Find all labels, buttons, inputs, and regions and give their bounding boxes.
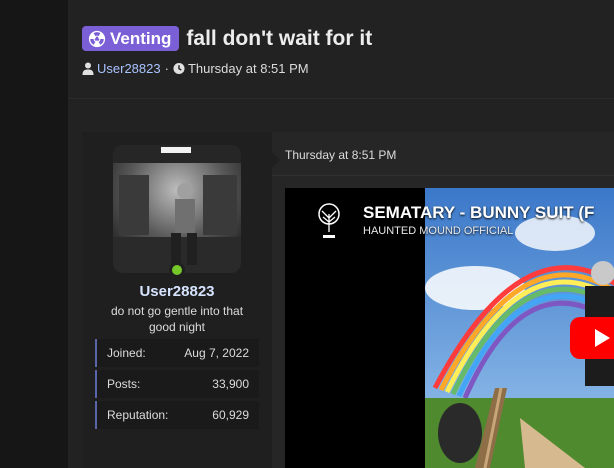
tree-logo-icon	[318, 203, 340, 238]
prefix-badge[interactable]: Venting	[82, 26, 180, 51]
clock-icon	[173, 62, 185, 75]
stat-joined-label: Joined:	[107, 346, 146, 360]
thread-author-link[interactable]: User28823	[97, 61, 161, 76]
stat-reputation: Reputation: 60,929	[95, 401, 259, 429]
user-title: do not go gentle into that good night	[110, 304, 244, 334]
username-link[interactable]: User28823	[82, 283, 272, 300]
play-button[interactable]	[570, 317, 614, 359]
post-header-divider	[272, 175, 614, 176]
user-icon	[82, 62, 94, 75]
youtube-embed[interactable]: SEMATARY - BUNNY SUIT (F HAUNTED MOUND O…	[285, 188, 614, 468]
stat-posts: Posts: 33,900	[95, 370, 259, 398]
stat-posts-value: 33,900	[212, 377, 249, 391]
stat-joined-value: Aug 7, 2022	[184, 346, 249, 360]
stat-posts-label: Posts:	[107, 377, 141, 391]
stat-joined: Joined: Aug 7, 2022	[95, 339, 259, 367]
left-gutter	[0, 0, 68, 468]
avatar[interactable]	[113, 145, 241, 273]
radiation-icon	[88, 30, 106, 47]
thread-date-link[interactable]: Thursday at 8:51 PM	[188, 61, 309, 76]
thread-title: fall don't wait for it	[186, 26, 373, 50]
video-channel[interactable]: HAUNTED MOUND OFFICIAL	[363, 225, 513, 237]
avatar-image	[113, 145, 241, 273]
post-date-link[interactable]: Thursday at 8:51 PM	[285, 148, 396, 162]
meta-separator: ·	[164, 61, 169, 76]
prefix-label: Venting	[110, 28, 172, 48]
thread-header: Venting fall don't wait for it	[82, 26, 372, 51]
thread-meta: User28823 · Thursday at 8:51 PM	[82, 61, 309, 76]
play-icon	[595, 329, 610, 347]
online-status-indicator	[169, 262, 185, 278]
stat-reputation-label: Reputation:	[107, 408, 169, 422]
user-cell-arrow	[272, 152, 280, 168]
stat-reputation-value: 60,929	[212, 408, 249, 422]
header-divider	[68, 98, 614, 99]
video-title[interactable]: SEMATARY - BUNNY SUIT (F	[363, 203, 594, 223]
